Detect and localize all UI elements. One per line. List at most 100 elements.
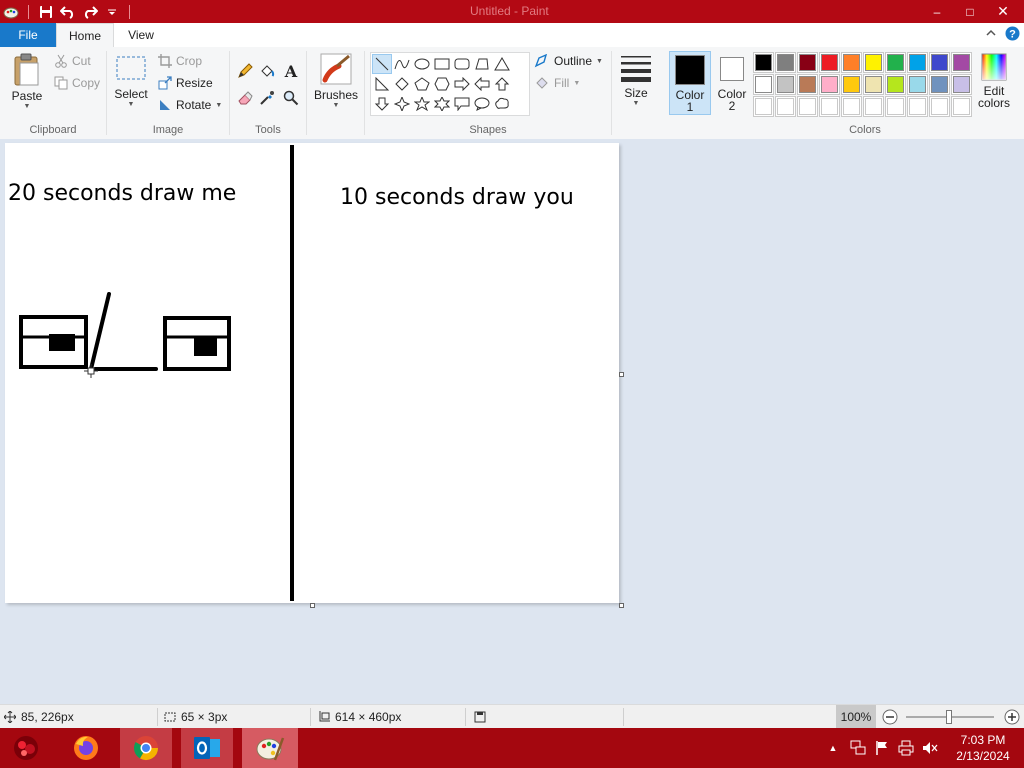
palette-swatch[interactable] (753, 52, 774, 73)
color2-button[interactable]: Color 2 (712, 51, 752, 115)
system-clock[interactable]: 7:03 PM 2/13/2024 (946, 732, 1020, 764)
paint-icon[interactable] (242, 728, 298, 768)
palette-swatch[interactable] (929, 96, 950, 117)
fill-button[interactable]: Fill ▼ (534, 76, 580, 90)
palette-swatch[interactable] (885, 52, 906, 73)
palette-swatch[interactable] (929, 52, 950, 73)
palette-swatch[interactable] (951, 52, 972, 73)
triangle-shape-icon[interactable] (492, 54, 512, 74)
hexagon-shape-icon[interactable] (432, 74, 452, 94)
undo-icon[interactable] (59, 3, 77, 21)
palette-swatch[interactable] (753, 74, 774, 95)
palette-swatch[interactable] (907, 52, 928, 73)
palette-swatch[interactable] (907, 74, 928, 95)
right-triangle-shape-icon[interactable] (372, 74, 392, 94)
palette-swatch[interactable] (775, 52, 796, 73)
palette-swatch[interactable] (863, 74, 884, 95)
cloud-callout-shape-icon[interactable] (492, 94, 512, 114)
tab-view[interactable]: View (118, 23, 164, 47)
palette-swatch[interactable] (841, 96, 862, 117)
palette-swatch[interactable] (951, 96, 972, 117)
zoom-in-button[interactable] (1004, 709, 1020, 728)
printer-icon[interactable] (896, 728, 916, 768)
resize-button[interactable]: Resize (158, 76, 213, 90)
color1-button[interactable]: Color 1 (669, 51, 711, 115)
network-icon[interactable] (848, 728, 868, 768)
rounded-rectangle-shape-icon[interactable] (452, 54, 472, 74)
palette-swatch[interactable] (797, 96, 818, 117)
palette-swatch[interactable] (753, 96, 774, 117)
palette-swatch[interactable] (841, 74, 862, 95)
line-shape-icon[interactable] (372, 54, 392, 74)
right-arrow-shape-icon[interactable] (452, 74, 472, 94)
resize-handle-corner[interactable] (619, 603, 624, 608)
pencil-icon[interactable] (236, 62, 254, 80)
palette-swatch[interactable] (775, 74, 796, 95)
collapse-ribbon-icon[interactable] (985, 27, 997, 42)
palette-swatch[interactable] (775, 96, 796, 117)
paste-button[interactable]: Paste ▼ (8, 53, 46, 110)
resize-handle-right[interactable] (619, 372, 624, 377)
size-button[interactable]: Size ▼ (616, 53, 656, 107)
crop-button[interactable]: Crop (158, 54, 202, 68)
zoom-slider-thumb[interactable] (946, 710, 952, 724)
palette-swatch[interactable] (885, 96, 906, 117)
palette-swatch[interactable] (819, 52, 840, 73)
firefox-icon[interactable] (60, 728, 112, 768)
customize-dropdown-icon[interactable] (103, 3, 121, 21)
palette-swatch[interactable] (797, 52, 818, 73)
resize-handle-bottom[interactable] (310, 603, 315, 608)
palette-swatch[interactable] (951, 74, 972, 95)
palette-swatch[interactable] (863, 52, 884, 73)
drawing-canvas[interactable]: 20 seconds draw me 10 seconds draw you (5, 143, 619, 603)
text-icon[interactable]: A (282, 62, 300, 81)
paint-app-icon[interactable] (2, 3, 20, 21)
rectangular-callout-shape-icon[interactable] (452, 94, 472, 114)
edit-colors-button[interactable]: Edit colors (976, 53, 1012, 109)
palette-swatch[interactable] (863, 96, 884, 117)
cut-button[interactable]: Cut (54, 54, 91, 68)
rectangle-shape-icon[interactable] (432, 54, 452, 74)
close-button[interactable]: ✕ (983, 0, 1023, 23)
down-arrow-shape-icon[interactable] (372, 94, 392, 114)
outline-button[interactable]: Outline ▼ (534, 54, 603, 68)
polygon-shape-icon[interactable] (472, 54, 492, 74)
copy-button[interactable]: Copy (54, 76, 100, 90)
diamond-shape-icon[interactable] (392, 74, 412, 94)
maximize-button[interactable]: □ (953, 0, 987, 23)
outlook-icon[interactable] (181, 728, 233, 768)
curve-shape-icon[interactable] (392, 54, 412, 74)
five-point-star-shape-icon[interactable] (412, 94, 432, 114)
select-button[interactable]: Select ▼ (113, 55, 149, 108)
four-point-star-shape-icon[interactable] (392, 94, 412, 114)
palette-swatch[interactable] (819, 96, 840, 117)
volume-muted-icon[interactable] (920, 728, 940, 768)
eraser-icon[interactable] (236, 89, 254, 107)
minimize-button[interactable]: – (920, 0, 954, 23)
left-arrow-shape-icon[interactable] (472, 74, 492, 94)
brushes-button[interactable]: Brushes ▼ (312, 52, 360, 109)
color-picker-icon[interactable] (258, 89, 276, 107)
show-hidden-icons-icon[interactable]: ▲ (826, 728, 840, 768)
fill-icon[interactable] (258, 62, 276, 80)
palette-swatch[interactable] (885, 74, 906, 95)
rotate-button[interactable]: Rotate ▼ (158, 98, 222, 112)
save-icon[interactable] (37, 3, 55, 21)
tab-file[interactable]: File (0, 23, 56, 47)
palette-swatch[interactable] (819, 74, 840, 95)
oval-shape-icon[interactable] (412, 54, 432, 74)
magnifier-icon[interactable] (282, 89, 300, 107)
help-icon[interactable]: ? (1005, 26, 1020, 44)
palette-swatch[interactable] (907, 96, 928, 117)
pentagon-shape-icon[interactable] (412, 74, 432, 94)
chrome-icon[interactable] (120, 728, 172, 768)
flag-icon[interactable] (872, 728, 892, 768)
tab-home[interactable]: Home (56, 23, 114, 47)
six-point-star-shape-icon[interactable] (432, 94, 452, 114)
zoom-out-button[interactable] (882, 709, 898, 728)
start-icon[interactable] (0, 728, 52, 768)
up-arrow-shape-icon[interactable] (492, 74, 512, 94)
palette-swatch[interactable] (841, 52, 862, 73)
palette-swatch[interactable] (797, 74, 818, 95)
palette-swatch[interactable] (929, 74, 950, 95)
